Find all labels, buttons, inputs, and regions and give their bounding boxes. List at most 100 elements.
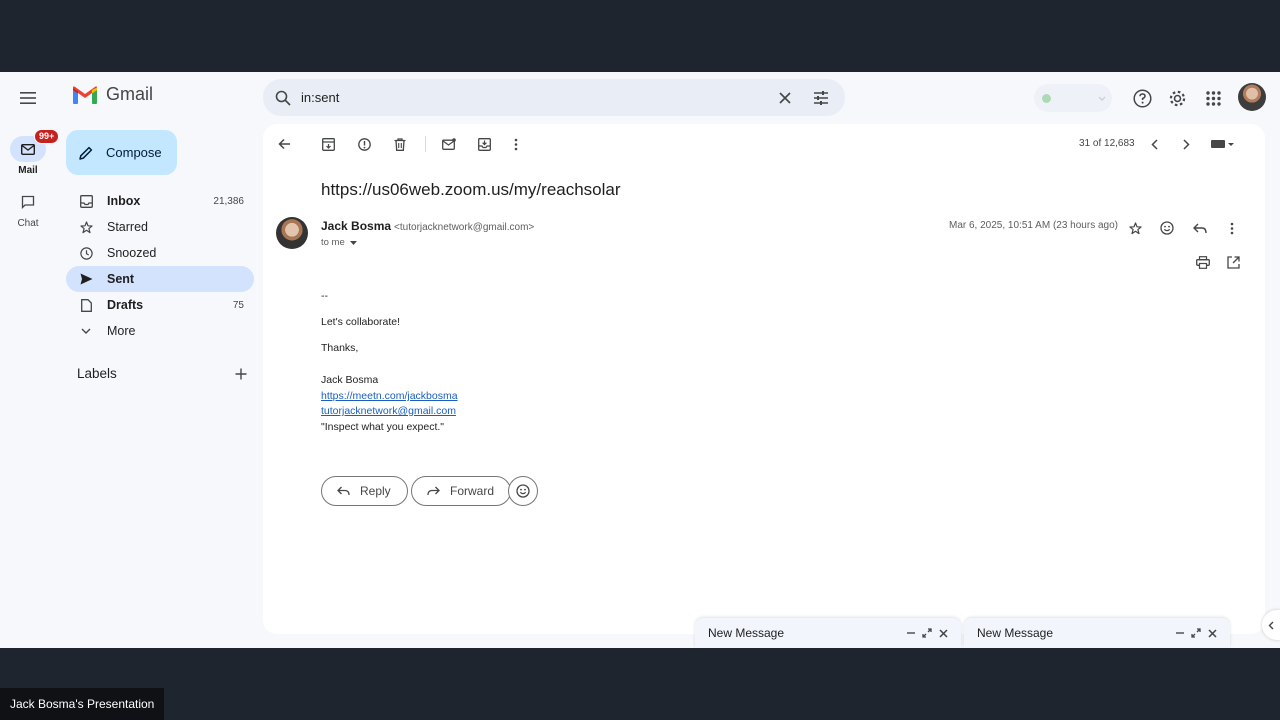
apps-button[interactable] (1202, 87, 1224, 109)
clear-search-button[interactable] (775, 88, 795, 108)
delete-button[interactable] (390, 134, 410, 154)
sidebar-item-snoozed[interactable]: Snoozed (66, 240, 254, 266)
minimize-button[interactable] (903, 625, 919, 641)
close-draft-button[interactable] (1204, 625, 1220, 641)
signature-link[interactable]: https://meetn.com/jackbosma (321, 390, 458, 402)
sidebar-item-drafts[interactable]: Drafts 75 (66, 292, 254, 318)
sidebar-item-count: 75 (232, 299, 244, 311)
forward-icon (427, 486, 440, 496)
mark-unread-button[interactable] (439, 134, 459, 154)
emoji-reaction-button[interactable] (508, 476, 538, 506)
sidebar-item-more[interactable]: More (66, 318, 254, 344)
add-label-button[interactable] (235, 368, 247, 380)
add-reaction-button[interactable] (1157, 218, 1177, 238)
sidebar-item-starred[interactable]: Starred (66, 214, 254, 240)
minimize-button[interactable] (1172, 625, 1188, 641)
forward-action-button[interactable]: Forward (411, 476, 512, 506)
mail-icon: 99+ (10, 129, 60, 162)
arrow-back-icon (277, 138, 290, 150)
compose-button[interactable]: Compose (66, 130, 177, 175)
message-panel: 31 of 12,683 https://us06web.zoom.us/my/… (263, 124, 1265, 634)
report-spam-button[interactable] (354, 134, 374, 154)
reply-icon (1193, 223, 1207, 233)
close-icon (779, 91, 791, 104)
sender-email: <tutorjacknetwork@gmail.com> (394, 222, 535, 233)
sidebar-item-label: Inbox (107, 194, 141, 208)
minimize-icon (907, 632, 915, 634)
pagination-text: 31 of 12,683 (1079, 138, 1135, 149)
chevron-left-icon (1268, 621, 1274, 629)
gmail-logo-text: Gmail (106, 84, 154, 104)
signature-name: Jack Bosma (321, 374, 379, 386)
fullscreen-button[interactable] (919, 625, 935, 641)
gmail-m-icon (73, 85, 97, 104)
expand-icon (1191, 628, 1201, 638)
draft-icon (78, 297, 94, 313)
rail-mail[interactable]: 99+ Mail (0, 129, 60, 176)
newer-button[interactable] (1144, 134, 1164, 154)
recipients-text: to me (321, 237, 345, 248)
input-tools-button[interactable] (1208, 134, 1238, 154)
help-icon (1132, 88, 1152, 108)
emoji-icon (516, 484, 530, 498)
apps-grid-icon (1205, 90, 1221, 106)
reply-action-button[interactable]: Reply (321, 476, 408, 506)
fullscreen-button[interactable] (1188, 625, 1204, 641)
side-panel-toggle[interactable] (1262, 610, 1280, 640)
body-line: Let's collaborate! (321, 316, 401, 328)
back-button[interactable] (274, 134, 294, 154)
emoji-icon (1160, 221, 1174, 235)
main-menu-button[interactable] (14, 86, 42, 110)
older-button[interactable] (1176, 134, 1196, 154)
pencil-icon (79, 146, 93, 160)
sidebar-item-label: Starred (107, 220, 148, 234)
more-vert-icon (514, 138, 518, 150)
close-draft-button[interactable] (935, 625, 951, 641)
gmail-logo[interactable]: Gmail (72, 84, 153, 105)
account-avatar[interactable] (1238, 83, 1266, 111)
message-more-button[interactable] (1222, 218, 1242, 238)
search-input[interactable] (301, 90, 759, 105)
archive-button[interactable] (318, 134, 338, 154)
sidebar-item-label: More (107, 324, 136, 338)
sidebar-item-label: Drafts (107, 298, 144, 312)
print-icon (1196, 255, 1210, 269)
archive-icon (321, 137, 335, 151)
status-dot-icon (1042, 93, 1051, 103)
print-button[interactable] (1193, 252, 1213, 272)
expand-icon (922, 628, 932, 638)
help-button[interactable] (1131, 87, 1153, 109)
sidebar-item-label: Sent (107, 272, 135, 286)
rail-chat[interactable]: Chat (0, 189, 56, 229)
move-to-button[interactable] (474, 134, 494, 154)
move-to-inbox-icon (477, 137, 491, 151)
send-icon (78, 271, 94, 287)
rail-chat-label: Chat (17, 218, 39, 229)
search-icon (275, 90, 291, 106)
sidebar-item-sent[interactable]: Sent (66, 266, 254, 292)
more-vert-icon (1230, 222, 1234, 234)
trash-icon (394, 137, 406, 151)
reply-button[interactable] (1190, 218, 1210, 238)
chat-icon (10, 189, 46, 215)
sidebar-item-label: Snoozed (107, 246, 157, 260)
search-options-button[interactable] (811, 88, 831, 108)
compose-draft-window[interactable]: New Message (695, 618, 961, 648)
open-new-window-button[interactable] (1223, 252, 1243, 272)
sender-name[interactable]: Jack Bosma (321, 219, 391, 233)
sidebar-item-inbox[interactable]: Inbox 21,386 (66, 188, 254, 214)
plus-icon (235, 368, 247, 379)
reply-icon (337, 486, 350, 496)
unread-badge: 99+ (34, 129, 60, 144)
status-selector[interactable] (1034, 84, 1112, 112)
star-icon (78, 219, 94, 235)
email-subject: https://us06web.zoom.us/my/reachsolar (321, 180, 621, 199)
settings-button[interactable] (1166, 87, 1188, 109)
more-actions-button[interactable] (506, 134, 526, 154)
toolbar-divider (425, 136, 426, 152)
sender-avatar[interactable] (276, 217, 308, 249)
star-button[interactable] (1125, 218, 1145, 238)
signature-email-link[interactable]: tutorjacknetwork@gmail.com (321, 405, 456, 417)
compose-draft-window[interactable]: New Message (964, 618, 1230, 648)
recipients-toggle[interactable]: to me (321, 237, 357, 248)
